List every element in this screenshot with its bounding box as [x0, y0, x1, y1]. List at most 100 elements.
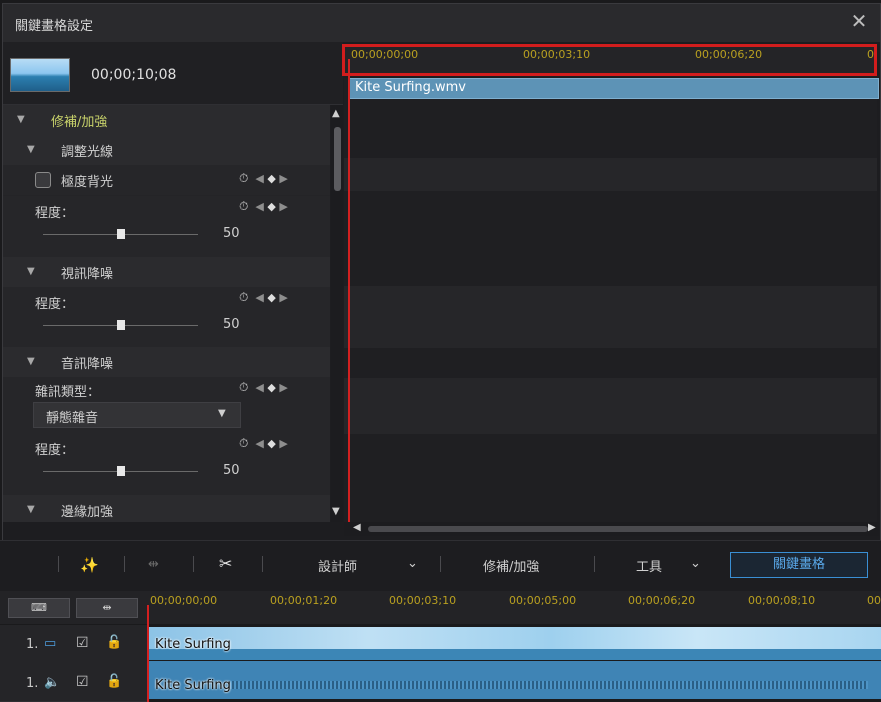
section-video-noise-label: 視訊降噪 [61, 267, 114, 282]
section-audio-noise[interactable]: ▼ 音訊降噪 [3, 347, 330, 377]
clip-info-row: 00;00;10;08 [3, 42, 343, 105]
row-extreme-backlight: 極度背光 ⏱ ◀ ◆ ▶ [3, 165, 330, 195]
extreme-backlight-checkbox[interactable] [35, 172, 51, 188]
keyframe-controls: ⏱ ◀ ◆ ▶ [239, 436, 309, 452]
scroll-up-icon[interactable]: ▲ [332, 108, 340, 119]
main-playhead[interactable] [147, 605, 149, 702]
add-keyframe-icon[interactable]: ◆ [267, 200, 275, 213]
next-keyframe-icon[interactable]: ▶ [279, 200, 287, 213]
video-noise-slider-knob[interactable] [117, 320, 125, 330]
keyframe-clip-name: Kite Surfing.wmv [355, 80, 467, 95]
group-fix-enhance[interactable]: ▼ 修補/加強 [3, 105, 330, 135]
row-video-noise-degree: 程度： ⏱ ◀ ◆ ▶ 50 [3, 287, 330, 349]
magic-tool-icon[interactable]: ✨ [80, 556, 99, 574]
prev-keyframe-icon[interactable]: ◀ [255, 200, 263, 213]
lock-icon[interactable]: 🔓 [106, 635, 122, 650]
audio-noise-degree-label: 程度： [35, 443, 75, 458]
chevron-down-icon[interactable]: ⌄ [690, 556, 701, 571]
fit-timeline-button[interactable]: ⇹ [76, 598, 138, 618]
section-adjust-light-label: 調整光線 [61, 145, 114, 160]
fix-enhance-button[interactable]: 修補/加強 [483, 556, 539, 575]
expand-arrow-icon[interactable]: ▼ [17, 114, 25, 125]
video-noise-value: 50 [223, 317, 240, 332]
clip-duration: 00;00;10;08 [91, 67, 177, 83]
next-keyframe-icon[interactable]: ▶ [279, 437, 287, 450]
keyframe-clip-bar[interactable]: Kite Surfing.wmv [348, 78, 879, 99]
scissors-icon[interactable]: ✂ [219, 554, 232, 573]
section-edge-enhance[interactable]: ▼ 邊緣加強 [3, 495, 330, 522]
dialog-titlebar: 關鍵畫格設定 ✕ [3, 4, 880, 42]
add-keyframe-icon[interactable]: ◆ [267, 437, 275, 450]
prev-keyframe-icon[interactable]: ◀ [255, 291, 263, 304]
next-keyframe-icon[interactable]: ▶ [279, 172, 287, 185]
close-icon[interactable]: ✕ [846, 8, 872, 34]
light-degree-label: 程度： [35, 206, 75, 221]
stopwatch-icon[interactable]: ⏱ [239, 436, 248, 450]
video-noise-degree-label: 程度： [35, 297, 75, 312]
keyframe-track-area[interactable] [344, 78, 877, 522]
audio-track-enable-checkbox[interactable]: ☑ [76, 674, 89, 690]
prev-keyframe-icon[interactable]: ◀ [255, 381, 263, 394]
section-adjust-light[interactable]: ▼ 調整光線 [3, 135, 330, 165]
light-degree-slider-knob[interactable] [117, 229, 125, 239]
expand-arrow-icon[interactable]: ▼ [27, 144, 35, 155]
scroll-right-icon[interactable]: ▶ [868, 522, 876, 533]
chevron-down-icon[interactable]: ⌄ [407, 556, 418, 571]
stopwatch-icon[interactable]: ⏱ [239, 290, 248, 304]
keyframe-time-ruler[interactable]: 00;00;00;00 00;00;03;10 00;00;06;20 0 [342, 44, 877, 76]
video-track-header: 1. ▭ ☑ 🔓 [0, 625, 147, 664]
ruler-tick: 00;00;00;00 [351, 48, 419, 61]
keyframe-settings-dialog: 關鍵畫格設定 ✕ 00;00;10;08 ▼ 修補/加強 ▼ 調整光線 極度背光… [2, 3, 881, 541]
stopwatch-icon[interactable]: ⏱ [239, 380, 248, 394]
panel-scrollbar-thumb[interactable] [334, 127, 341, 191]
section-edge-enhance-label: 邊緣加強 [61, 505, 114, 520]
designer-button[interactable]: 設計師 [318, 556, 357, 575]
noise-type-label: 雜訊類型： [35, 385, 101, 400]
video-track-number: 1. [26, 637, 39, 652]
expand-arrow-icon[interactable]: ▼ [27, 266, 35, 277]
keyframe-button[interactable]: 關鍵畫格 [730, 552, 868, 578]
next-keyframe-icon[interactable]: ▶ [279, 291, 287, 304]
stopwatch-icon[interactable]: ⏱ [239, 171, 248, 185]
expand-arrow-icon[interactable]: ▼ [27, 504, 35, 515]
section-audio-noise-label: 音訊降噪 [61, 357, 114, 372]
keyframe-controls: ⏱ ◀ ◆ ▶ [239, 290, 309, 306]
parameter-panel: ▼ 修補/加強 ▼ 調整光線 極度背光 ⏱ ◀ ◆ ▶ 程度： ⏱ ◀ ◆ ▶ … [3, 105, 330, 522]
extreme-backlight-label: 極度背光 [61, 175, 114, 190]
add-keyframe-icon[interactable]: ◆ [267, 291, 275, 304]
audio-waveform [228, 681, 868, 689]
section-video-noise[interactable]: ▼ 視訊降噪 [3, 257, 330, 287]
track-manager-button[interactable]: ⌨ [8, 598, 70, 618]
timeline-hscrollbar-thumb[interactable] [368, 526, 868, 532]
split-disabled-icon: ⇹ [148, 557, 159, 572]
prev-keyframe-icon[interactable]: ◀ [255, 437, 263, 450]
expand-arrow-icon[interactable]: ▼ [27, 356, 35, 367]
audio-track-number: 1. [26, 676, 39, 691]
audio-noise-slider-knob[interactable] [117, 466, 125, 476]
ruler-tick: 00;00;03;10 [523, 48, 591, 61]
timeline-tick: 00;00;05;00 [509, 594, 577, 607]
video-track-enable-checkbox[interactable]: ☑ [76, 635, 89, 651]
row-light-degree: 程度： ⏱ ◀ ◆ ▶ 50 [3, 196, 330, 258]
tools-button[interactable]: 工具 [636, 556, 662, 575]
stopwatch-icon[interactable]: ⏱ [239, 199, 248, 213]
keyframe-controls: ⏱ ◀ ◆ ▶ [239, 380, 309, 396]
next-keyframe-icon[interactable]: ▶ [279, 381, 287, 394]
video-track-icon: ▭ [44, 636, 57, 651]
prev-keyframe-icon[interactable]: ◀ [255, 172, 263, 185]
keyframe-playhead[interactable] [348, 59, 350, 522]
video-clip[interactable] [148, 627, 881, 660]
scroll-down-icon[interactable]: ▼ [332, 506, 340, 517]
add-keyframe-icon[interactable]: ◆ [267, 172, 275, 185]
group-fix-enhance-label: 修補/加強 [51, 115, 108, 130]
timeline-tick: 00;00;00;00 [150, 594, 218, 607]
audio-clip[interactable] [148, 661, 881, 699]
noise-type-dropdown[interactable]: 靜態雜音 ▼ [33, 402, 241, 428]
add-keyframe-icon[interactable]: ◆ [267, 381, 275, 394]
video-clip-name: Kite Surfing [155, 637, 231, 652]
noise-type-selected: 靜態雜音 [46, 411, 99, 426]
scroll-left-icon[interactable]: ◀ [353, 522, 361, 533]
timeline-tick: 00;00;01;20 [270, 594, 338, 607]
timeline-tick: 00;00;08;10 [748, 594, 816, 607]
lock-icon[interactable]: 🔓 [106, 674, 122, 689]
